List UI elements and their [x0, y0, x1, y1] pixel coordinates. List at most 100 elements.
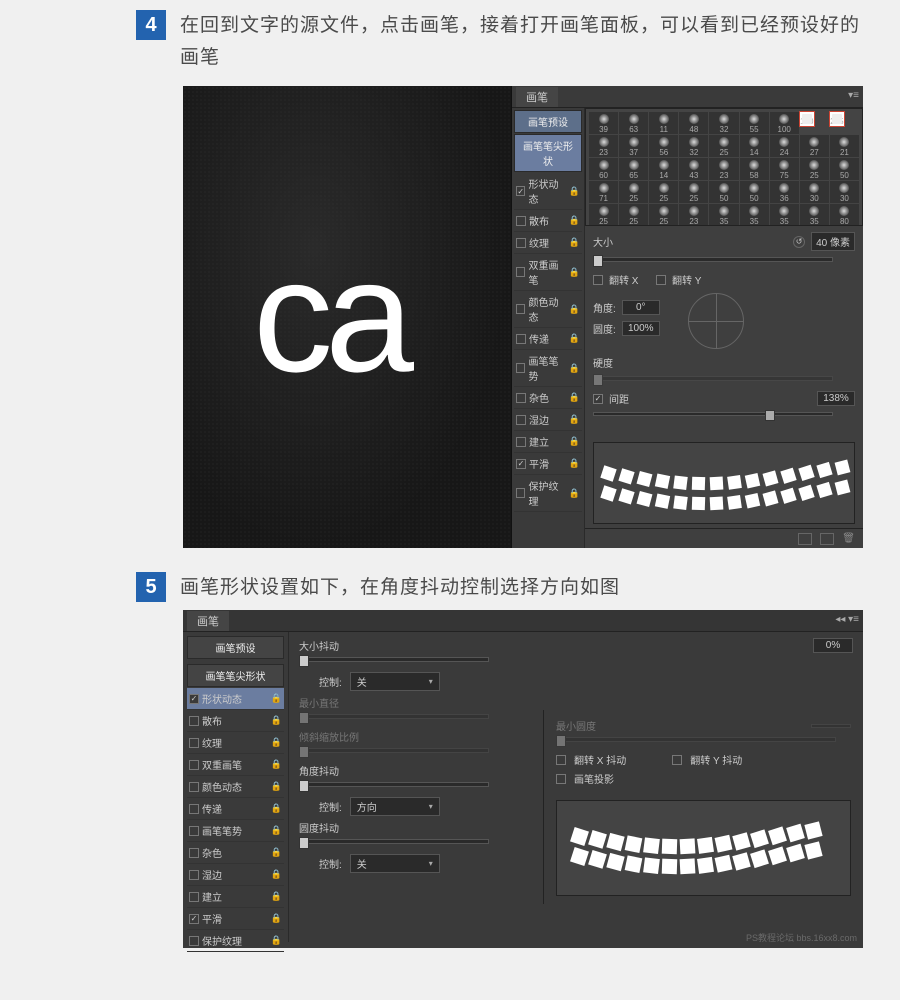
checkbox-flipy[interactable]	[656, 275, 666, 285]
checkbox-flipx-jitter[interactable]	[556, 755, 566, 765]
brush-thumb[interactable]: 25	[679, 181, 708, 203]
opt-smooth[interactable]: 平滑🔒	[187, 908, 284, 930]
opt-protect[interactable]: 保护纹理🔒	[514, 475, 582, 512]
checkbox-icon[interactable]	[189, 914, 199, 924]
brush-thumb[interactable]: 14	[740, 135, 769, 157]
opt-wet[interactable]: 湿边🔒	[187, 864, 284, 886]
btn-brush-tip[interactable]: 画笔笔尖形状	[187, 664, 284, 687]
brush-thumb[interactable]: 36	[770, 181, 799, 203]
opt-color-dyn[interactable]: 颜色动态🔒	[514, 291, 582, 328]
trash-icon[interactable]: 🗑	[842, 533, 855, 544]
checkbox-flipx[interactable]	[593, 275, 603, 285]
brush-thumb[interactable]: 21	[830, 135, 859, 157]
brush-thumb[interactable]: 75	[770, 158, 799, 180]
brush-thumb[interactable]: 23	[709, 158, 738, 180]
checkbox-spacing[interactable]	[593, 394, 603, 404]
reset-icon[interactable]: ↺	[793, 236, 805, 248]
opt-dual[interactable]: 双重画笔🔒	[514, 254, 582, 291]
brush-thumb[interactable]: 11	[649, 112, 678, 134]
brush-thumb[interactable]: 25	[800, 158, 829, 180]
brush-thumb[interactable]: 100	[800, 112, 814, 126]
dropdown-angle-control[interactable]: 方向	[350, 797, 440, 816]
btn-brush-preset[interactable]: 画笔预设	[514, 110, 582, 133]
opt-protect[interactable]: 保护纹理🔒	[187, 930, 284, 952]
opt-wet[interactable]: 湿边🔒	[514, 409, 582, 431]
new-brush-icon[interactable]	[820, 533, 834, 545]
btn-brush-tip[interactable]: 画笔笔尖形状	[514, 134, 582, 172]
brush-thumb[interactable]: 55	[740, 112, 769, 134]
checkbox-flipy-jitter[interactable]	[672, 755, 682, 765]
checkbox-icon[interactable]	[189, 826, 199, 836]
brush-thumbnails[interactable]: 3963114832551001002452337563225142427216…	[585, 108, 863, 226]
checkbox-icon[interactable]	[516, 304, 525, 314]
slider-size-jitter[interactable]	[299, 657, 489, 662]
brush-thumb[interactable]: 35	[740, 204, 769, 226]
checkbox-icon[interactable]	[189, 936, 199, 946]
checkbox-icon[interactable]	[516, 393, 526, 403]
field-size-jitter[interactable]: 0%	[813, 638, 853, 653]
brush-thumb[interactable]: 25	[709, 135, 738, 157]
brush-thumb[interactable]: 39	[589, 112, 618, 134]
field-size[interactable]: 40 像素	[811, 232, 855, 251]
brush-thumb[interactable]: 30	[830, 181, 859, 203]
checkbox-icon[interactable]	[189, 892, 199, 902]
brush-thumb[interactable]: 25	[649, 204, 678, 226]
brush-thumb[interactable]: 32	[709, 112, 738, 134]
brush-thumb[interactable]: 25	[619, 204, 648, 226]
brush-thumb[interactable]: 60	[589, 158, 618, 180]
brush-thumb[interactable]: 50	[830, 158, 859, 180]
brush-thumb[interactable]: 14	[649, 158, 678, 180]
brush-thumb[interactable]: 63	[619, 112, 648, 134]
brush-thumb[interactable]: 25	[619, 181, 648, 203]
field-spacing[interactable]: 138%	[817, 391, 855, 406]
checkbox-icon[interactable]	[516, 363, 525, 373]
brush-thumb[interactable]: 50	[709, 181, 738, 203]
opt-shape-dynamics[interactable]: 形状动态🔒	[187, 688, 284, 710]
brush-thumb[interactable]: 23	[679, 204, 708, 226]
checkbox-icon[interactable]	[189, 848, 199, 858]
opt-color-dyn[interactable]: 颜色动态🔒	[187, 776, 284, 798]
checkbox-icon[interactable]	[189, 738, 199, 748]
brush-thumb[interactable]: 27	[800, 135, 829, 157]
opt-build[interactable]: 建立🔒	[187, 886, 284, 908]
brush-thumb[interactable]: 35	[709, 204, 738, 226]
brush-thumb[interactable]: 23	[589, 135, 618, 157]
checkbox-icon[interactable]	[516, 186, 525, 196]
checkbox-icon[interactable]	[516, 238, 526, 248]
brush-thumb[interactable]: 25	[589, 204, 618, 226]
opt-transfer[interactable]: 传递🔒	[187, 798, 284, 820]
brush-thumb[interactable]: 100	[770, 112, 799, 134]
toggle-preview-icon[interactable]	[798, 533, 812, 545]
opt-transfer[interactable]: 传递🔒	[514, 328, 582, 350]
checkbox-icon[interactable]	[189, 782, 199, 792]
opt-dual[interactable]: 双重画笔🔒	[187, 754, 284, 776]
brush-thumb[interactable]: 56	[649, 135, 678, 157]
brush-thumb[interactable]: 35	[770, 204, 799, 226]
checkbox-icon[interactable]	[189, 716, 199, 726]
dropdown-round-control[interactable]: 关	[350, 854, 440, 873]
checkbox-icon[interactable]	[189, 804, 199, 814]
brush-thumb[interactable]: 35	[800, 204, 829, 226]
brush-thumb[interactable]: 71	[589, 181, 618, 203]
opt-shape-dynamics[interactable]: 形状动态🔒	[514, 173, 582, 210]
brush-thumb[interactable]: 65	[619, 158, 648, 180]
opt-build[interactable]: 建立🔒	[514, 431, 582, 453]
checkbox-icon[interactable]	[516, 216, 526, 226]
checkbox-icon[interactable]	[516, 415, 526, 425]
checkbox-icon[interactable]	[189, 870, 199, 880]
checkbox-icon[interactable]	[516, 488, 525, 498]
brush-thumb[interactable]: 50	[740, 181, 769, 203]
opt-texture[interactable]: 纹理🔒	[187, 732, 284, 754]
panel-menu-icon[interactable]: ▾≡	[848, 90, 859, 101]
brush-thumb[interactable]: 80	[830, 204, 859, 226]
brush-thumb[interactable]: 25	[649, 181, 678, 203]
opt-noise[interactable]: 杂色🔒	[514, 387, 582, 409]
dropdown-control[interactable]: 关	[350, 672, 440, 691]
brush-thumb[interactable]: 58	[740, 158, 769, 180]
brush-thumb[interactable]: 37	[619, 135, 648, 157]
tab-brush[interactable]: 画笔	[187, 611, 229, 631]
brush-thumb[interactable]: 43	[679, 158, 708, 180]
panel-menu-icon[interactable]: ◂◂ ▾≡	[835, 614, 859, 625]
angle-widget[interactable]	[688, 293, 744, 349]
opt-pose[interactable]: 画笔笔势🔒	[187, 820, 284, 842]
